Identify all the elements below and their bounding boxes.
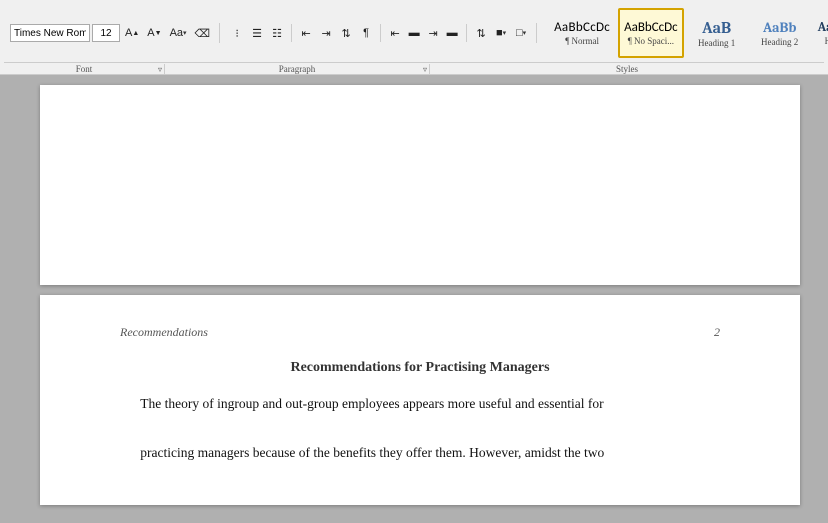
show-para-marks-button[interactable]: ¶ [357,23,375,43]
align-left-button[interactable]: ⇤ [386,23,404,43]
align-right-button[interactable]: ⇥ [424,23,442,43]
style-normal-preview: AaBbCcDc [554,20,610,35]
decrease-indent-button[interactable]: ⇤ [297,23,315,43]
page-header-left: Recommendations [120,325,208,340]
justify-button[interactable]: ▬ [443,23,461,43]
style-h2-preview: AaBb [763,19,796,36]
line-spacing-button[interactable]: ⇅ [472,23,490,43]
align-group: ⇤ ▬ ⇥ ▬ [386,23,461,43]
paragraph-section-label: Paragraph [279,64,315,74]
paragraph-label-section: Paragraph ▿ [165,64,430,74]
separator1 [291,24,292,42]
shrink-font-button[interactable]: A▼ [144,23,164,43]
style-heading1[interactable]: AaB Heading 1 [687,8,747,58]
multilevel-list-button[interactable]: ☷ [268,23,286,43]
font-expand-icon[interactable]: ▿ [158,65,162,74]
style-normal[interactable]: AaBbCcDc ¶ Normal [549,8,615,58]
font-section-label: Font [76,64,93,74]
style-heading2[interactable]: AaBb Heading 2 [750,8,810,58]
body-line2: practicing managers because of the benef… [140,445,604,460]
ribbon-label-row: Font ▿ Paragraph ▿ Styles [4,62,824,74]
styles-label-section: Styles [430,64,824,74]
page-title: Recommendations for Practising Managers [120,360,720,376]
paragraph-expand-icon[interactable]: ▿ [423,65,427,74]
increase-indent-button[interactable]: ⇥ [317,23,335,43]
style-h3-preview: AaBbCcC [818,20,828,35]
font-size-input[interactable] [92,24,120,42]
separator2 [380,24,381,42]
font-section: A▲ A▼ Aa▾ ⌫ [10,23,220,43]
grow-font-button[interactable]: A▲ [122,23,142,43]
separator3 [466,24,467,42]
style-nospace-label: ¶ No Spaci... [628,36,674,46]
styles-section: AaBbCcDc ¶ Normal AaBbCcDc ¶ No Spaci...… [545,6,828,60]
numbering-button[interactable]: ☰ [248,23,266,43]
borders-button[interactable]: □▾ [512,23,530,43]
align-center-button[interactable]: ▬ [405,23,423,43]
clear-formatting-button[interactable]: ⌫ [192,23,214,43]
style-heading3[interactable]: AaBbCcC Heading 3 [813,8,828,58]
ribbon-toolbar-row: A▲ A▼ Aa▾ ⌫ ⁝ ☰ ☷ ⇤ ⇥ ⇅ ¶ ⇤ ▬ ⇥ ▬ ⇅ ■▾ [4,4,824,62]
sort-button[interactable]: ⇅ [337,23,355,43]
document-area: Recommendations 2 Recommendations for Pr… [0,75,828,523]
font-label-section: Font ▿ [4,64,165,74]
paragraph-section: ⁝ ☰ ☷ ⇤ ⇥ ⇅ ¶ ⇤ ▬ ⇥ ▬ ⇅ ■▾ □▾ [228,23,537,43]
style-nospace-preview: AaBbCcDc [624,20,678,35]
page-1 [40,85,800,285]
shading-button[interactable]: ■▾ [492,23,510,43]
ribbon: A▲ A▼ Aa▾ ⌫ ⁝ ☰ ☷ ⇤ ⇥ ⇅ ¶ ⇤ ▬ ⇥ ▬ ⇅ ■▾ [0,0,828,75]
change-case-button[interactable]: Aa▾ [167,23,190,43]
body-line1: The theory of ingroup and out-group empl… [140,396,603,411]
style-h1-label: Heading 1 [698,38,735,48]
font-name-input[interactable] [10,24,90,42]
page-header: Recommendations 2 [120,325,720,340]
style-normal-label: ¶ Normal [565,36,599,46]
page-body: The theory of ingroup and out-group empl… [120,392,720,465]
page-2: Recommendations 2 Recommendations for Pr… [40,295,800,505]
bullets-button[interactable]: ⁝ [228,23,246,43]
style-h1-preview: AaB [702,19,731,37]
style-h2-label: Heading 2 [761,37,798,47]
styles-section-label: Styles [616,64,638,74]
style-no-spacing[interactable]: AaBbCcDc ¶ No Spaci... [618,8,684,58]
page-header-right: 2 [714,325,720,340]
style-h3-label: Heading 3 [825,36,828,46]
